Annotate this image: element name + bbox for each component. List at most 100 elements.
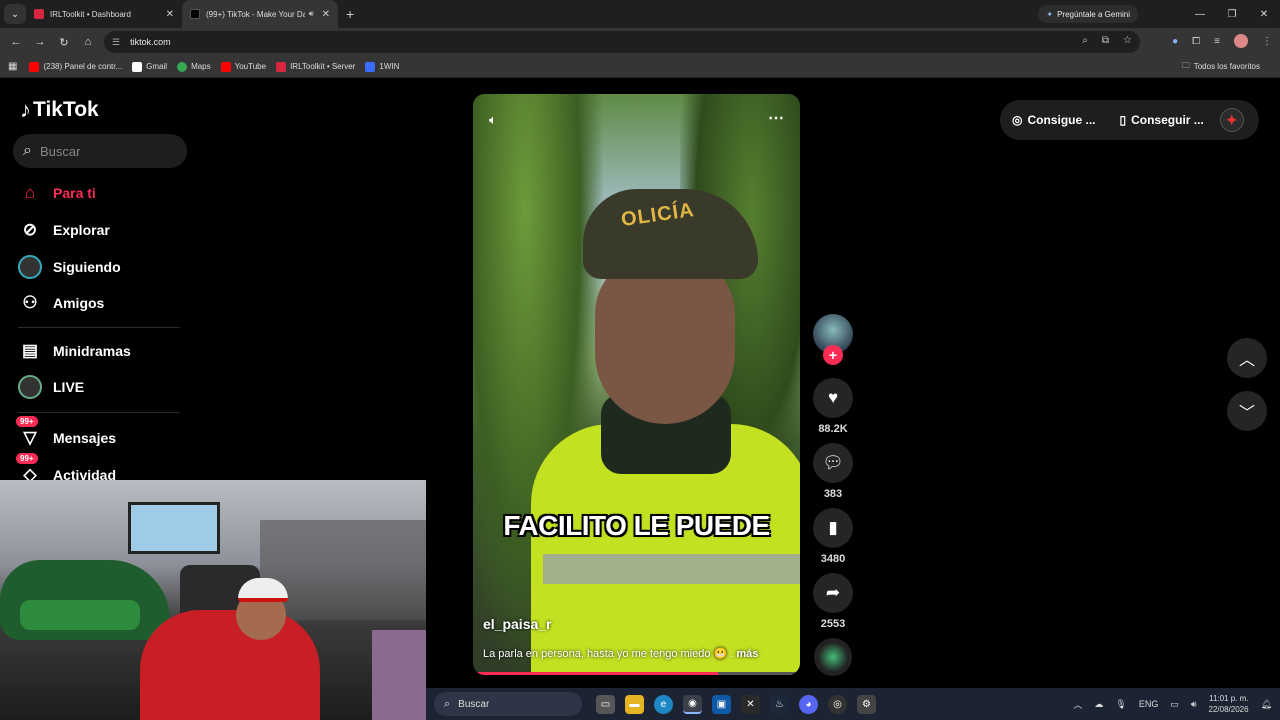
video-author[interactable]: el_paisa_r [483,616,552,632]
google-icon [132,61,143,72]
nav-amigos[interactable]: ⚇ Amigos [18,291,104,315]
following-avatar-icon [18,255,42,279]
nav-live[interactable]: LIVE [18,375,84,399]
video-caption-overlay: FACILITO LE PUEDE [503,510,770,541]
chrome-icon[interactable]: ◉ [683,694,702,714]
nav-minidramas[interactable]: ▤ Minidramas [18,339,131,363]
more-options-icon[interactable]: ⋯ [768,108,784,128]
file-explorer-icon[interactable]: ▬ [625,694,644,714]
coin-icon: ◎ [1012,113,1023,127]
volume-icon[interactable]: 🔈︎ [489,112,497,128]
bookmark-item[interactable]: Gmail [132,61,167,72]
nav-explorar[interactable]: ⊘ Explorar [18,218,110,242]
like-button[interactable]: ♥ 88.2K [812,378,854,435]
notification-bell-icon[interactable]: 🔔︎ [1261,699,1272,710]
forward-icon[interactable]: → [28,36,52,48]
more-link[interactable]: más [736,648,758,660]
profile-avatar[interactable] [1234,34,1248,48]
new-tab-button[interactable]: + [346,6,354,22]
bookmark-item[interactable]: 1WIN [365,61,399,72]
tiktok-note-icon: ♪ [20,97,31,122]
save-button[interactable]: ▮ 3480 [812,508,854,565]
steam-icon[interactable]: ♨ [770,694,789,714]
get-app-button[interactable]: ▯ Conseguir ... [1108,113,1216,127]
settings-gear-icon[interactable]: ⚙ [857,694,876,714]
follow-plus-icon[interactable]: + [823,345,843,365]
capcut-icon[interactable]: ✕ [741,694,760,714]
minimize-icon[interactable]: — [1184,0,1216,28]
next-video-button[interactable]: ﹀ [1227,391,1267,431]
extensions-puzzle-icon[interactable]: ⧠ [1192,36,1200,47]
nav-para-ti[interactable]: ⌂ Para ti [18,181,96,205]
coins-label: Consigue ... [1027,113,1096,127]
microphone-icon[interactable]: 🎙︎ [1115,699,1126,710]
network-icon[interactable]: ▭ [1170,699,1179,710]
bookmark-item[interactable]: (238) Panel de contr... [29,61,122,72]
share-arrow-icon: ➦ [813,573,853,613]
back-icon[interactable]: ← [4,36,28,48]
tab-tiktok[interactable]: (99+) TikTok - Make Your Da 🔊︎ ✕ [182,0,338,28]
volume-icon[interactable]: 🔊︎ [1191,699,1197,710]
video-player[interactable]: OLICÍA 🔈︎ ⋯ FACILITO LE PUEDE el_paisa_r… [473,94,800,675]
nav-siguiendo[interactable]: Siguiendo [18,255,121,279]
nav-mensajes[interactable]: ▽ 99+ Mensajes [16,416,116,450]
install-app-icon[interactable]: ⧉ [1102,35,1109,46]
youtube-icon [220,61,231,72]
home-icon[interactable]: ⌂ [76,36,100,48]
tab-search-button[interactable]: ⌄ [4,4,26,24]
bookmark-item[interactable]: Maps [177,61,211,72]
gemini-label: Pregúntale a Gemini [1057,9,1130,19]
obs-icon[interactable]: ◎ [828,694,847,714]
more-menu-icon[interactable]: ⋮ [1262,36,1272,47]
onedrive-icon[interactable]: ☁ [1094,699,1103,710]
close-tab-icon[interactable]: ✕ [166,9,174,20]
bookmark-item[interactable]: YouTube [220,61,266,72]
poster [372,630,426,720]
all-bookmarks-label: Todos los favoritos [1193,62,1260,71]
tray-chevron-icon[interactable]: ︿ [1073,698,1082,711]
all-bookmarks[interactable]: 🗀 Todos los favoritos [1182,60,1260,74]
phone-icon: ▯ [1119,113,1127,127]
language-indicator[interactable]: ENG [1139,699,1159,709]
address-bar[interactable]: ☰ tiktok.com ⌕ ⧉ ☆ [104,31,1140,53]
gemini-button[interactable]: ✦ Pregúntale a Gemini [1038,5,1138,23]
previous-video-button[interactable]: ︿ [1227,338,1267,378]
comment-button[interactable]: 💬︎ 383 [812,443,854,500]
apps-grid-icon[interactable]: ▦ [8,61,17,72]
discord-icon[interactable]: ◕ [799,694,818,714]
extension-circle-icon[interactable]: ● [1172,36,1178,47]
reload-icon[interactable]: ↻ [52,36,76,49]
edge-icon[interactable]: e [654,694,673,714]
tiktok-logo[interactable]: ♪ TikTok [20,97,99,123]
tab-irltoolkit[interactable]: IRLToolkit • Dashboard ✕ [26,0,182,28]
clock[interactable]: 11:01 p. m. 22/08/2026 [1209,693,1249,715]
gemini-sparkle-icon: ✦ [1046,9,1054,19]
taskbar-search[interactable]: ⌕ Buscar [434,692,582,716]
video-progress-bar[interactable] [473,672,800,675]
close-tab-icon[interactable]: ✕ [322,9,330,20]
tiktok-favicon-icon [190,9,200,19]
zoom-icon[interactable]: ⌕ [1082,35,1088,46]
user-avatar[interactable]: ✦ [1219,108,1244,132]
task-view-icon[interactable]: ▭ [596,694,615,714]
heart-icon: ♥ [813,378,853,418]
browser-toolbar: ← → ↻ ⌂ ☰ tiktok.com ⌕ ⧉ ☆ ● ⧠ ≡ ⋮ [0,28,1280,56]
nav-label: LIVE [53,379,85,395]
restore-icon[interactable]: ❐ [1216,0,1248,28]
close-window-icon[interactable]: ✕ [1248,0,1280,28]
bookmark-star-icon[interactable]: ☆ [1123,35,1132,46]
search-input[interactable]: ⌕ Buscar [13,134,187,168]
share-button[interactable]: ➦ 2553 [812,573,854,630]
bookmark-item[interactable]: IRLToolkit • Server [276,61,355,72]
comment-count: 383 [823,488,843,500]
get-coins-button[interactable]: ◎ Consigue ... [1000,113,1108,127]
shelf [260,520,426,620]
music-disc[interactable] [814,638,852,676]
store-icon[interactable]: ▣ [712,694,731,714]
reading-list-icon[interactable]: ≡ [1214,36,1220,47]
top-right-actions: ◎ Consigue ... ▯ Conseguir ... ✦ [1000,100,1259,140]
speaker-icon[interactable]: 🔊︎ [309,9,314,19]
logo-text: TikTok [33,98,99,121]
site-info-icon[interactable]: ☰ [112,37,120,48]
system-tray: ︿ ☁ 🎙︎ ENG ▭ 🔊︎ 11:01 p. m. 22/08/2026 🔔… [1073,688,1272,720]
